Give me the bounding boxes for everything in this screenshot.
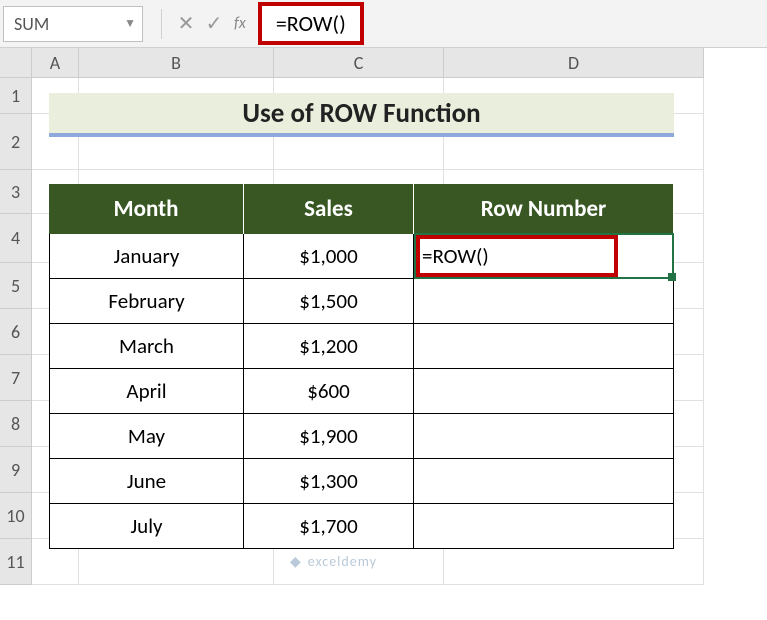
name-box[interactable]: SUM ▼ — [3, 6, 143, 42]
cell-rownum[interactable] — [414, 504, 674, 549]
select-all-corner[interactable] — [0, 48, 32, 78]
table-row: February$1,500 — [49, 279, 674, 324]
cell-month[interactable]: January — [49, 234, 244, 279]
cell-rownum[interactable] — [414, 459, 674, 504]
row-header-10[interactable]: 10 — [0, 493, 32, 539]
table-row: May$1,900 — [49, 414, 674, 459]
cell-month[interactable]: April — [49, 369, 244, 414]
cell-rownum[interactable] — [414, 369, 674, 414]
table-row: March$1,200 — [49, 324, 674, 369]
cell-sales[interactable]: $1,000 — [244, 234, 414, 279]
column-header-c[interactable]: C — [274, 48, 444, 78]
row-header-1[interactable]: 1 — [0, 78, 32, 114]
cell-rownum[interactable] — [414, 414, 674, 459]
enter-icon[interactable]: ✓ — [200, 11, 228, 36]
cell-sales[interactable]: $1,300 — [244, 459, 414, 504]
fx-icon[interactable]: fx — [234, 14, 246, 33]
row-header-5[interactable]: 5 — [0, 263, 32, 309]
column-header-d[interactable]: D — [444, 48, 704, 78]
watermark-icon: ◆ — [290, 553, 302, 570]
formula-bar: SUM ▼ ✕ ✓ fx =ROW() — [0, 0, 767, 48]
watermark: ◆ exceldemy — [290, 553, 377, 570]
table-row: January$1,000=ROW() — [49, 234, 674, 279]
cell-sales[interactable]: $1,500 — [244, 279, 414, 324]
cell-sales[interactable]: $1,700 — [244, 504, 414, 549]
page-title[interactable]: Use of ROW Function — [49, 93, 674, 137]
row-header-6[interactable]: 6 — [0, 309, 32, 355]
formula-input[interactable]: =ROW() — [258, 2, 364, 45]
table-row: July$1,700 — [49, 504, 674, 549]
data-table: Month Sales Row Number January$1,000=ROW… — [49, 184, 674, 549]
cell-sales[interactable]: $1,200 — [244, 324, 414, 369]
header-sales[interactable]: Sales — [244, 184, 414, 234]
name-box-value: SUM — [14, 13, 49, 35]
row-header-9[interactable]: 9 — [0, 447, 32, 493]
row-header-8[interactable]: 8 — [0, 401, 32, 447]
formula-input-area[interactable]: =ROW() — [252, 4, 767, 44]
column-headers: ABCD — [32, 48, 704, 78]
row-header-4[interactable]: 4 — [0, 214, 32, 263]
table-header: Month Sales Row Number — [49, 184, 674, 234]
cell-sales[interactable]: $600 — [244, 369, 414, 414]
cell-month[interactable]: July — [49, 504, 244, 549]
column-header-b[interactable]: B — [79, 48, 274, 78]
table-row: June$1,300 — [49, 459, 674, 504]
cell-month[interactable]: March — [49, 324, 244, 369]
cell-month[interactable]: June — [49, 459, 244, 504]
divider — [161, 9, 162, 39]
chevron-down-icon[interactable]: ▼ — [124, 16, 136, 31]
cell-rownum[interactable] — [414, 279, 674, 324]
cell-rownum[interactable] — [414, 324, 674, 369]
cell-rownum[interactable]: =ROW() — [414, 234, 674, 279]
row-header-3[interactable]: 3 — [0, 170, 32, 214]
row-header-2[interactable]: 2 — [0, 114, 32, 170]
cell-month[interactable]: February — [49, 279, 244, 324]
cell-month[interactable]: May — [49, 414, 244, 459]
watermark-text: exceldemy — [308, 553, 377, 570]
header-month[interactable]: Month — [49, 184, 244, 234]
header-rownum[interactable]: Row Number — [414, 184, 674, 234]
cancel-icon[interactable]: ✕ — [172, 11, 200, 36]
table-row: April$600 — [49, 369, 674, 414]
row-header-11[interactable]: 11 — [0, 539, 32, 585]
row-headers: 1234567891011 — [0, 78, 32, 585]
column-header-a[interactable]: A — [32, 48, 79, 78]
cell-sales[interactable]: $1,900 — [244, 414, 414, 459]
row-header-7[interactable]: 7 — [0, 355, 32, 401]
